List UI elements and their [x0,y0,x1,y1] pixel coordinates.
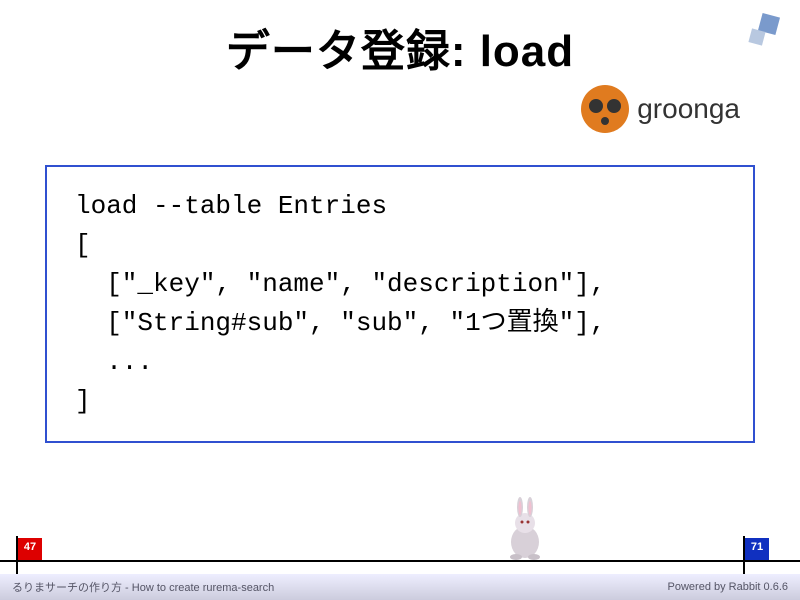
progress-line [0,560,800,562]
slide-title: データ登録: load [0,0,800,79]
current-page-flag: 47 [18,538,42,560]
code-block: load --table Entries [ ["_key", "name", … [45,165,755,443]
groonga-logo-icon [581,85,629,133]
rabbit-icon [498,497,553,562]
footer-right: Powered by Rabbit 0.6.6 [668,581,788,593]
total-pages-flag: 71 [745,538,769,560]
footer-bar: るりまサーチの作り方 - How to create rurema-search… [0,574,800,600]
groonga-logo: groonga [581,85,740,133]
code-content: load --table Entries [ ["_key", "name", … [75,187,725,421]
footer-left: るりまサーチの作り方 - How to create rurema-search [12,579,274,595]
groonga-logo-text: groonga [637,93,740,125]
corner-decoration [740,10,790,60]
